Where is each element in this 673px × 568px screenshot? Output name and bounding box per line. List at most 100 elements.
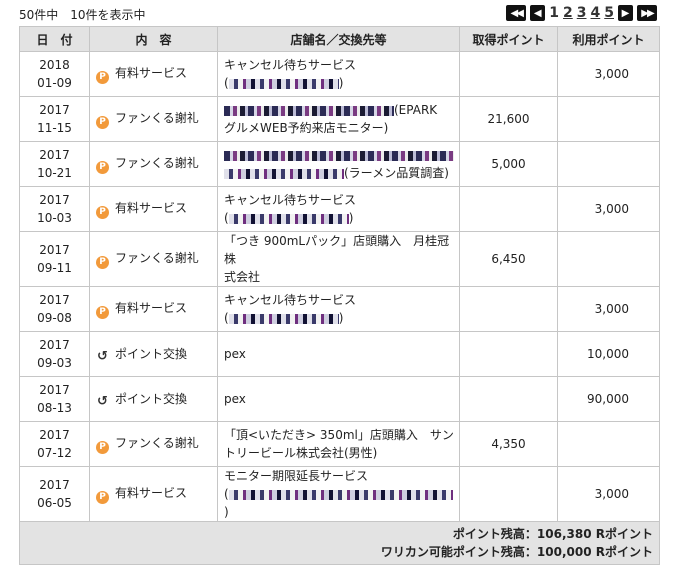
date-year: 2017 — [39, 243, 70, 257]
coin-icon: P — [96, 71, 109, 84]
coin-icon: P — [96, 206, 109, 219]
table-row: 2018 01-09 P 有料サービス キャンセル待ちサービス () 3,000 — [19, 51, 660, 97]
used-points-cell: 90,000 — [557, 376, 660, 422]
content-label: ファンくる謝礼 — [115, 251, 199, 265]
table-row: 2017 10-03 P 有料サービス キャンセル待ちサービス () 3,000 — [19, 186, 660, 232]
content-cell: P 有料サービス — [89, 466, 218, 522]
store-cell: モニター期限延長サービス () — [217, 466, 460, 522]
date-year: 2017 — [39, 428, 70, 442]
chevron-left-icon[interactable]: ◀ — [530, 5, 546, 21]
date-cell: 2017 06-05 — [19, 466, 90, 522]
content-cell: ↺ ポイント交換 — [89, 376, 218, 422]
coin-icon: P — [96, 116, 109, 129]
content-label: ポイント交換 — [115, 392, 188, 406]
warikan-balance-value: 100,000 Rポイント — [536, 545, 653, 559]
table-row: 2017 09-11 P ファンくる謝礼 「つき 900mLパック」店頭購入 月桂冠… — [19, 231, 660, 287]
store-line-1: モニター期限延長サービス — [224, 469, 369, 483]
page-link-5[interactable]: 5 — [604, 5, 614, 21]
date-year: 2017 — [39, 193, 70, 207]
coin-icon: P — [96, 306, 109, 319]
column-header-earned: 取得ポイント — [459, 26, 558, 52]
double-chevron-right-icon[interactable]: ▶▶ — [637, 5, 657, 21]
warikan-balance: ワリカン可能ポイント残高：100,000 Rポイント — [24, 543, 653, 561]
points-history-table: 日 付 内 容 店舗名／交換先等 取得ポイント 利用ポイント 2018 01-09… — [19, 26, 660, 565]
content-cell: P 有料サービス — [89, 286, 218, 332]
date-year: 2017 — [39, 338, 70, 352]
earned-points-cell — [459, 186, 558, 232]
warikan-balance-label: ワリカン可能ポイント残高： — [380, 545, 537, 559]
used-points-cell — [557, 96, 660, 142]
content-label: 有料サービス — [115, 66, 188, 80]
date-year: 2017 — [39, 103, 70, 117]
column-header-used: 利用ポイント — [557, 26, 660, 52]
date-day: 09-03 — [37, 356, 72, 370]
content-label: 有料サービス — [115, 486, 188, 500]
content-cell: P ファンくる謝礼 — [89, 141, 218, 187]
table-row: 2017 08-13 ↺ ポイント交換 pex 90,000 — [19, 376, 660, 422]
page-link-4[interactable]: 4 — [591, 5, 601, 21]
store-line-2: () — [224, 209, 455, 227]
store-text: ) — [348, 211, 354, 225]
exchange-icon: ↺ — [97, 394, 108, 409]
store-line-2: グルメWEB予約来店モニター) — [224, 121, 389, 135]
content-cell: P ファンくる謝礼 — [89, 231, 218, 287]
used-points-cell: 3,000 — [557, 51, 660, 97]
content-label: ファンくる謝礼 — [115, 111, 199, 125]
coin-icon: P — [96, 161, 109, 174]
store-cell: (ラーメン品質調査) — [217, 141, 460, 187]
table-row: 2017 11-15 P ファンくる謝礼 (EPARK グルメWEB予約来店モニター)… — [19, 96, 660, 142]
redacted-store-name — [224, 150, 454, 161]
chevron-right-icon[interactable]: ▶ — [618, 5, 633, 21]
redacted-store-name — [228, 489, 453, 500]
redacted-store-name — [224, 168, 344, 179]
coin-icon: P — [96, 491, 109, 504]
store-line-2: トリービール株式会社(男性) — [224, 446, 378, 460]
date-year: 2017 — [39, 293, 70, 307]
store-text: (EPARK — [394, 103, 438, 117]
store-text: ) — [224, 505, 229, 519]
store-text: ) — [338, 76, 344, 90]
summary-row: ポイント残高：106,380 Rポイント ワリカン可能ポイント残高：100,00… — [19, 521, 660, 565]
date-cell: 2017 10-21 — [19, 141, 90, 187]
coin-icon: P — [96, 441, 109, 454]
store-line-1: pex — [224, 392, 246, 406]
content-cell: P 有料サービス — [89, 51, 218, 97]
store-line-2: () — [224, 485, 455, 521]
column-header-store: 店舗名／交換先等 — [217, 26, 460, 52]
date-cell: 2017 08-13 — [19, 376, 90, 422]
store-line-1: キャンセル待ちサービス — [224, 58, 357, 72]
date-day: 09-11 — [37, 261, 72, 275]
exchange-icon: ↺ — [97, 349, 108, 364]
store-line-1: キャンセル待ちサービス — [224, 293, 357, 307]
date-cell: 2017 11-15 — [19, 96, 90, 142]
date-year: 2017 — [39, 383, 70, 397]
content-cell: P 有料サービス — [89, 186, 218, 232]
column-header-content: 内 容 — [89, 26, 218, 52]
page-link-1[interactable]: 1 — [549, 5, 559, 21]
date-year: 2017 — [39, 148, 70, 162]
used-points-cell — [557, 231, 660, 287]
date-year: 2018 — [39, 58, 70, 72]
store-line-2: 式会社 — [224, 270, 261, 284]
date-year: 2017 — [39, 478, 70, 492]
used-points-cell: 3,000 — [557, 286, 660, 332]
date-day: 09-08 — [37, 311, 72, 325]
store-line-1: 「つき 900mLパック」店頭購入 月桂冠株 — [224, 234, 450, 266]
store-cell: (EPARK グルメWEB予約来店モニター) — [217, 96, 460, 142]
page-link-2[interactable]: 2 — [563, 5, 573, 21]
date-day: 06-05 — [37, 496, 72, 510]
date-cell: 2017 09-08 — [19, 286, 90, 332]
used-points-cell: 3,000 — [557, 466, 660, 522]
double-chevron-left-icon[interactable]: ◀◀ — [506, 5, 527, 21]
point-balance-label: ポイント残高： — [452, 527, 537, 541]
earned-points-cell — [459, 376, 558, 422]
store-line-1: 「頂<いただき> 350ml」店頭購入 サン — [224, 428, 454, 442]
earned-points-cell — [459, 286, 558, 332]
page-link-3[interactable]: 3 — [577, 5, 587, 21]
store-cell: キャンセル待ちサービス () — [217, 286, 460, 332]
store-line-2: (ラーメン品質調査) — [224, 164, 455, 182]
earned-points-cell — [459, 331, 558, 377]
table-header-row: 日 付 内 容 店舗名／交換先等 取得ポイント 利用ポイント — [19, 26, 660, 52]
used-points-cell: 10,000 — [557, 331, 660, 377]
store-line-1 — [224, 146, 455, 164]
